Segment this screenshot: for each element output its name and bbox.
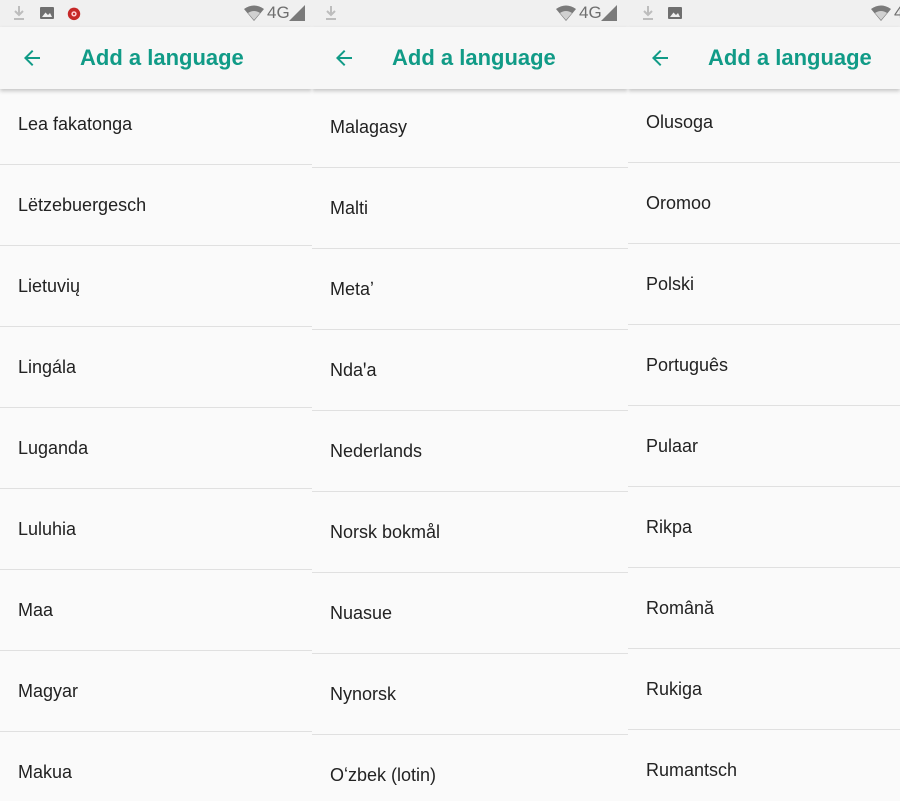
app-toolbar: Add a language <box>312 27 628 89</box>
language-item[interactable]: Pulaar <box>628 406 900 487</box>
app-toolbar: Add a language <box>628 27 900 89</box>
wifi-icon <box>556 5 576 21</box>
app-toolbar: Add a language <box>0 27 312 89</box>
page-title: Add a language <box>80 45 244 70</box>
screen-panel-2: 4G Add a language Malagasy Malti Metaʼ N… <box>312 0 628 801</box>
arrow-back-icon[interactable] <box>20 46 44 70</box>
language-list: Malagasy Malti Metaʼ Ndaꞌa Nederlands No… <box>312 87 628 801</box>
language-item[interactable]: Lea fakatonga <box>0 84 312 165</box>
network-type-label: 4G <box>579 3 602 22</box>
language-item[interactable]: Lietuvių <box>0 246 312 327</box>
language-item[interactable]: Português <box>628 325 900 406</box>
language-list: Lea fakatonga Lëtzebuergesch Lietuvių Li… <box>0 84 312 801</box>
language-item[interactable]: Malti <box>312 168 628 249</box>
page-title: Add a language <box>392 45 556 70</box>
language-item[interactable]: Oromoo <box>628 163 900 244</box>
language-item[interactable]: Ndaꞌa <box>312 330 628 411</box>
language-item[interactable]: Nederlands <box>312 411 628 492</box>
language-item[interactable]: Makua <box>0 732 312 801</box>
download-icon <box>643 6 653 20</box>
image-icon <box>40 7 54 19</box>
arrow-back-icon[interactable] <box>648 46 672 70</box>
network-type-label: 4G <box>267 3 290 22</box>
status-bar: 4G <box>0 0 312 27</box>
wifi-icon <box>871 5 891 21</box>
language-item[interactable]: Lëtzebuergesch <box>0 165 312 246</box>
image-icon <box>668 7 682 19</box>
language-item[interactable]: Metaʼ <box>312 249 628 330</box>
language-item[interactable]: Luluhia <box>0 489 312 570</box>
language-item[interactable]: Rumantsch <box>628 730 900 801</box>
language-item[interactable]: Olusoga <box>628 82 900 163</box>
language-item[interactable]: Lingála <box>0 327 312 408</box>
language-item[interactable]: Luganda <box>0 408 312 489</box>
language-item[interactable]: Malagasy <box>312 87 628 168</box>
signal-icon <box>289 5 305 21</box>
language-list: Olusoga Oromoo Polski Português Pulaar R… <box>628 82 900 801</box>
language-item[interactable]: Română <box>628 568 900 649</box>
debug-bug-icon <box>67 7 81 21</box>
status-bar: 4 <box>628 0 900 27</box>
status-bar: 4G <box>312 0 628 27</box>
language-item[interactable]: Rikpa <box>628 487 900 568</box>
language-item[interactable]: Maa <box>0 570 312 651</box>
network-type-label: 4 <box>894 3 900 22</box>
signal-icon <box>601 5 617 21</box>
screen-panel-3: 4 Add a language Olusoga Oromoo Polski P… <box>628 0 900 801</box>
language-item[interactable]: Oʻzbek (lotin) <box>312 735 628 801</box>
arrow-back-icon[interactable] <box>332 46 356 70</box>
download-icon <box>14 6 24 20</box>
page-title: Add a language <box>708 45 872 70</box>
language-item[interactable]: Rukiga <box>628 649 900 730</box>
download-icon <box>326 6 336 20</box>
language-item[interactable]: Nuasue <box>312 573 628 654</box>
language-item[interactable]: Nynorsk <box>312 654 628 735</box>
language-item[interactable]: Magyar <box>0 651 312 732</box>
wifi-icon <box>244 5 264 21</box>
language-item[interactable]: Polski <box>628 244 900 325</box>
language-item[interactable]: Norsk bokmål <box>312 492 628 573</box>
screen-panel-1: 4G Add a language Lea fakatonga Lëtzebue… <box>0 0 312 801</box>
